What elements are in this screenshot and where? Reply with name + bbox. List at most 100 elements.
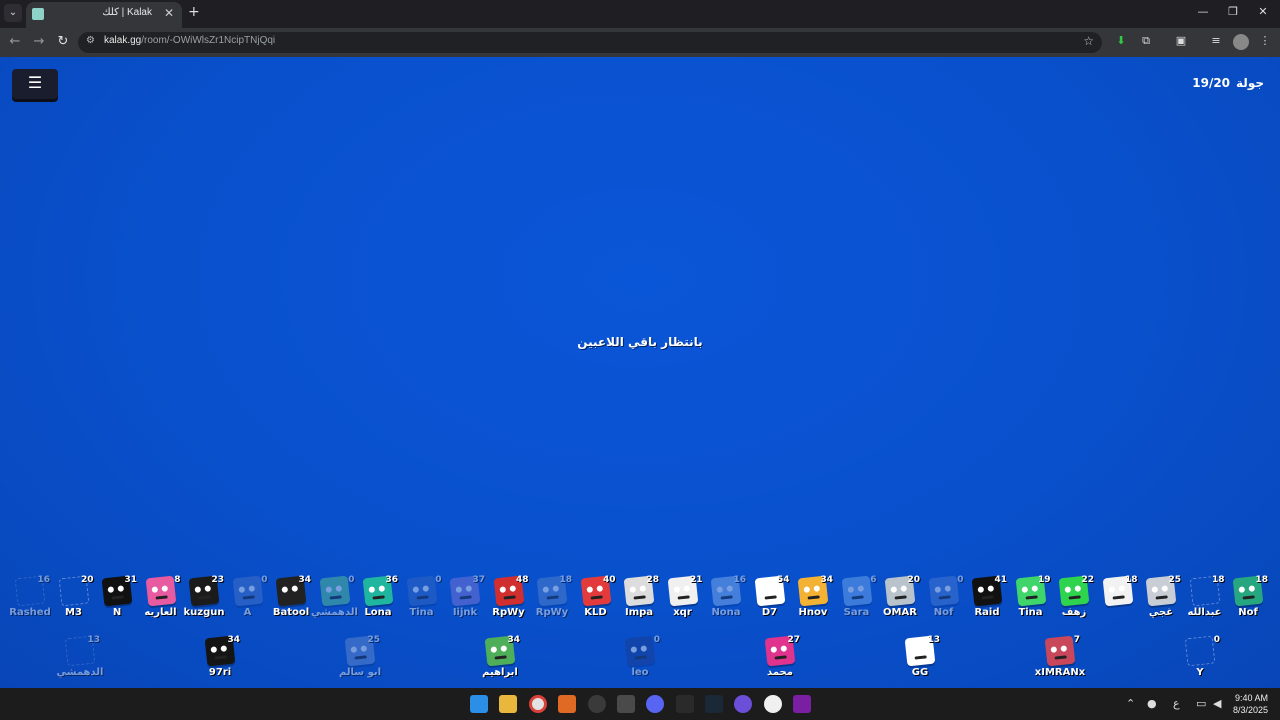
windows-taskbar: ⌃ ● ع ▭ ◀ 9:40 AM 8/3/2025 <box>0 688 1280 720</box>
game-area: ☰ 19/20 جولة بانتظار باقي اللاعبين 16 Rash… <box>0 57 1280 688</box>
bookmark-star-icon[interactable]: ☆ <box>1083 34 1094 48</box>
clock[interactable]: 9:40 AM 8/3/2025 <box>1233 692 1268 716</box>
input-language[interactable]: ع <box>1173 697 1180 710</box>
player-name: leo <box>631 667 649 678</box>
player-score: 40 <box>602 575 616 585</box>
player-score: 25 <box>1168 575 1181 585</box>
player-score: 6 <box>870 575 877 585</box>
player-score: 13 <box>927 635 940 645</box>
player-card[interactable]: 27 محمد <box>758 635 802 685</box>
player-name: الدهمشي <box>56 667 104 678</box>
player-score: 0 <box>653 635 660 645</box>
player-avatar <box>319 575 350 607</box>
round-label: جولة <box>1236 76 1264 90</box>
round-indicator: 19/20 جولة <box>1192 76 1264 90</box>
media-controls-icon[interactable]: ≡ <box>1208 34 1224 50</box>
player-card[interactable]: 34 97ri <box>198 635 242 685</box>
app-icon-y[interactable] <box>764 695 782 713</box>
player-card[interactable]: 7 xIMRANx <box>1035 635 1085 685</box>
close-window-button[interactable]: ✕ <box>1248 5 1278 18</box>
browser-menu-icon[interactable]: ⋮ <box>1257 34 1273 50</box>
browser-tab[interactable]: كلك | Kalak ✕ <box>26 2 182 28</box>
reload-button[interactable]: ↻ <box>54 34 72 49</box>
player-card[interactable]: 13 GG <box>898 635 942 685</box>
player-score: 34 <box>820 575 833 585</box>
player-score: 21 <box>689 575 703 585</box>
player-name: GG <box>911 667 929 678</box>
microphone-icon[interactable]: ● <box>1147 697 1157 710</box>
forward-button[interactable]: → <box>30 34 48 49</box>
app-icon-next[interactable] <box>793 695 811 713</box>
steam-icon[interactable] <box>705 695 723 713</box>
player-avatar <box>406 575 437 607</box>
network-icon[interactable]: ▭ <box>1196 697 1206 710</box>
chrome-icon[interactable] <box>529 695 547 713</box>
player-card[interactable]: 0 leo <box>618 635 662 685</box>
minimize-button[interactable]: — <box>1188 5 1218 18</box>
player-card[interactable]: 22 زهف <box>1052 575 1096 625</box>
hamburger-menu-button[interactable]: ☰ <box>12 69 58 99</box>
player-card[interactable]: 0Y <box>1178 635 1222 685</box>
player-score: 37 <box>472 575 485 585</box>
back-button[interactable]: ← <box>6 34 24 49</box>
app-icon-a[interactable] <box>558 695 576 713</box>
player-card[interactable]: 18 Nof <box>1226 575 1270 625</box>
player-score: 20 <box>907 575 920 585</box>
extensions-icon[interactable]: ⧉ <box>1138 34 1154 50</box>
new-tab-button[interactable]: + <box>188 4 200 20</box>
player-score: 0 <box>261 575 268 585</box>
app-icon-isp[interactable] <box>734 695 752 713</box>
waiting-status: بانتظار باقي اللاعبين <box>577 335 703 349</box>
clock-time: 9:40 AM <box>1234 693 1268 703</box>
tab-search-button[interactable]: ⌄ <box>4 4 22 22</box>
close-tab-icon[interactable]: ✕ <box>164 6 174 20</box>
player-avatar <box>232 575 263 607</box>
site-info-icon[interactable]: ⚙ <box>86 35 95 46</box>
player-card[interactable]: 13 الدهمشي <box>57 635 104 685</box>
player-name: Y <box>1196 667 1204 678</box>
restore-button[interactable]: ❐ <box>1218 5 1248 18</box>
player-score: 0 <box>348 575 355 585</box>
player-name: 97ri <box>208 667 232 678</box>
player-score: 18 <box>559 575 572 585</box>
obs-icon[interactable] <box>588 695 606 713</box>
player-score: 19 <box>1037 575 1051 585</box>
player-score: 27 <box>787 635 800 645</box>
player-score: 18 <box>1255 575 1268 585</box>
player-score: 13 <box>87 635 100 645</box>
browser-toolbar: ← → ↻ ⚙ kalak.gg/room/-OWiWlsZr1NcipTNjQ… <box>0 28 1280 57</box>
clock-date: 8/3/2025 <box>1232 705 1268 715</box>
player-avatar <box>145 575 176 607</box>
player-score: 23 <box>211 575 224 585</box>
logitech-icon[interactable] <box>676 695 694 713</box>
volume-icon[interactable]: ◀ <box>1213 697 1221 710</box>
player-score: 54 <box>776 575 790 585</box>
url-path: /room/-OWiWlsZr1NcipTNjQqi <box>141 35 276 46</box>
player-score: 34 <box>227 635 240 645</box>
url-host: kalak.gg <box>104 35 142 46</box>
player-score: 34 <box>298 575 311 585</box>
kalak-favicon-icon <box>32 8 44 20</box>
player-card[interactable]: 25 ابو سالم <box>338 635 382 685</box>
xbox-icon[interactable] <box>617 695 635 713</box>
player-score: 31 <box>124 575 137 585</box>
url-text[interactable]: kalak.gg/room/-OWiWlsZr1NcipTNjQqi <box>104 35 275 46</box>
player-avatar <box>624 635 656 667</box>
round-value: 19/20 <box>1192 76 1231 90</box>
profile-avatar[interactable] <box>1233 34 1249 50</box>
player-score: 16 <box>37 575 50 585</box>
windows-start-icon[interactable] <box>470 695 488 713</box>
tray-overflow-icon[interactable]: ⌃ <box>1126 697 1135 710</box>
file-explorer-icon[interactable] <box>499 695 517 713</box>
download-extension-icon[interactable]: ⬇ <box>1113 34 1129 50</box>
tab-title: كلك | Kalak <box>102 7 152 18</box>
player-score: 16 <box>733 575 746 585</box>
player-score: 7 <box>1073 635 1080 645</box>
discord-icon[interactable] <box>646 695 664 713</box>
incognito-icon[interactable]: ▣ <box>1173 34 1189 50</box>
player-avatar <box>1184 635 1216 667</box>
address-bar[interactable]: ⚙ kalak.gg/room/-OWiWlsZr1NcipTNjQqi ☆ <box>78 32 1102 53</box>
player-score: 28 <box>646 575 659 585</box>
player-card[interactable]: 34 ابراهيم <box>478 635 522 685</box>
player-avatar <box>928 575 959 607</box>
